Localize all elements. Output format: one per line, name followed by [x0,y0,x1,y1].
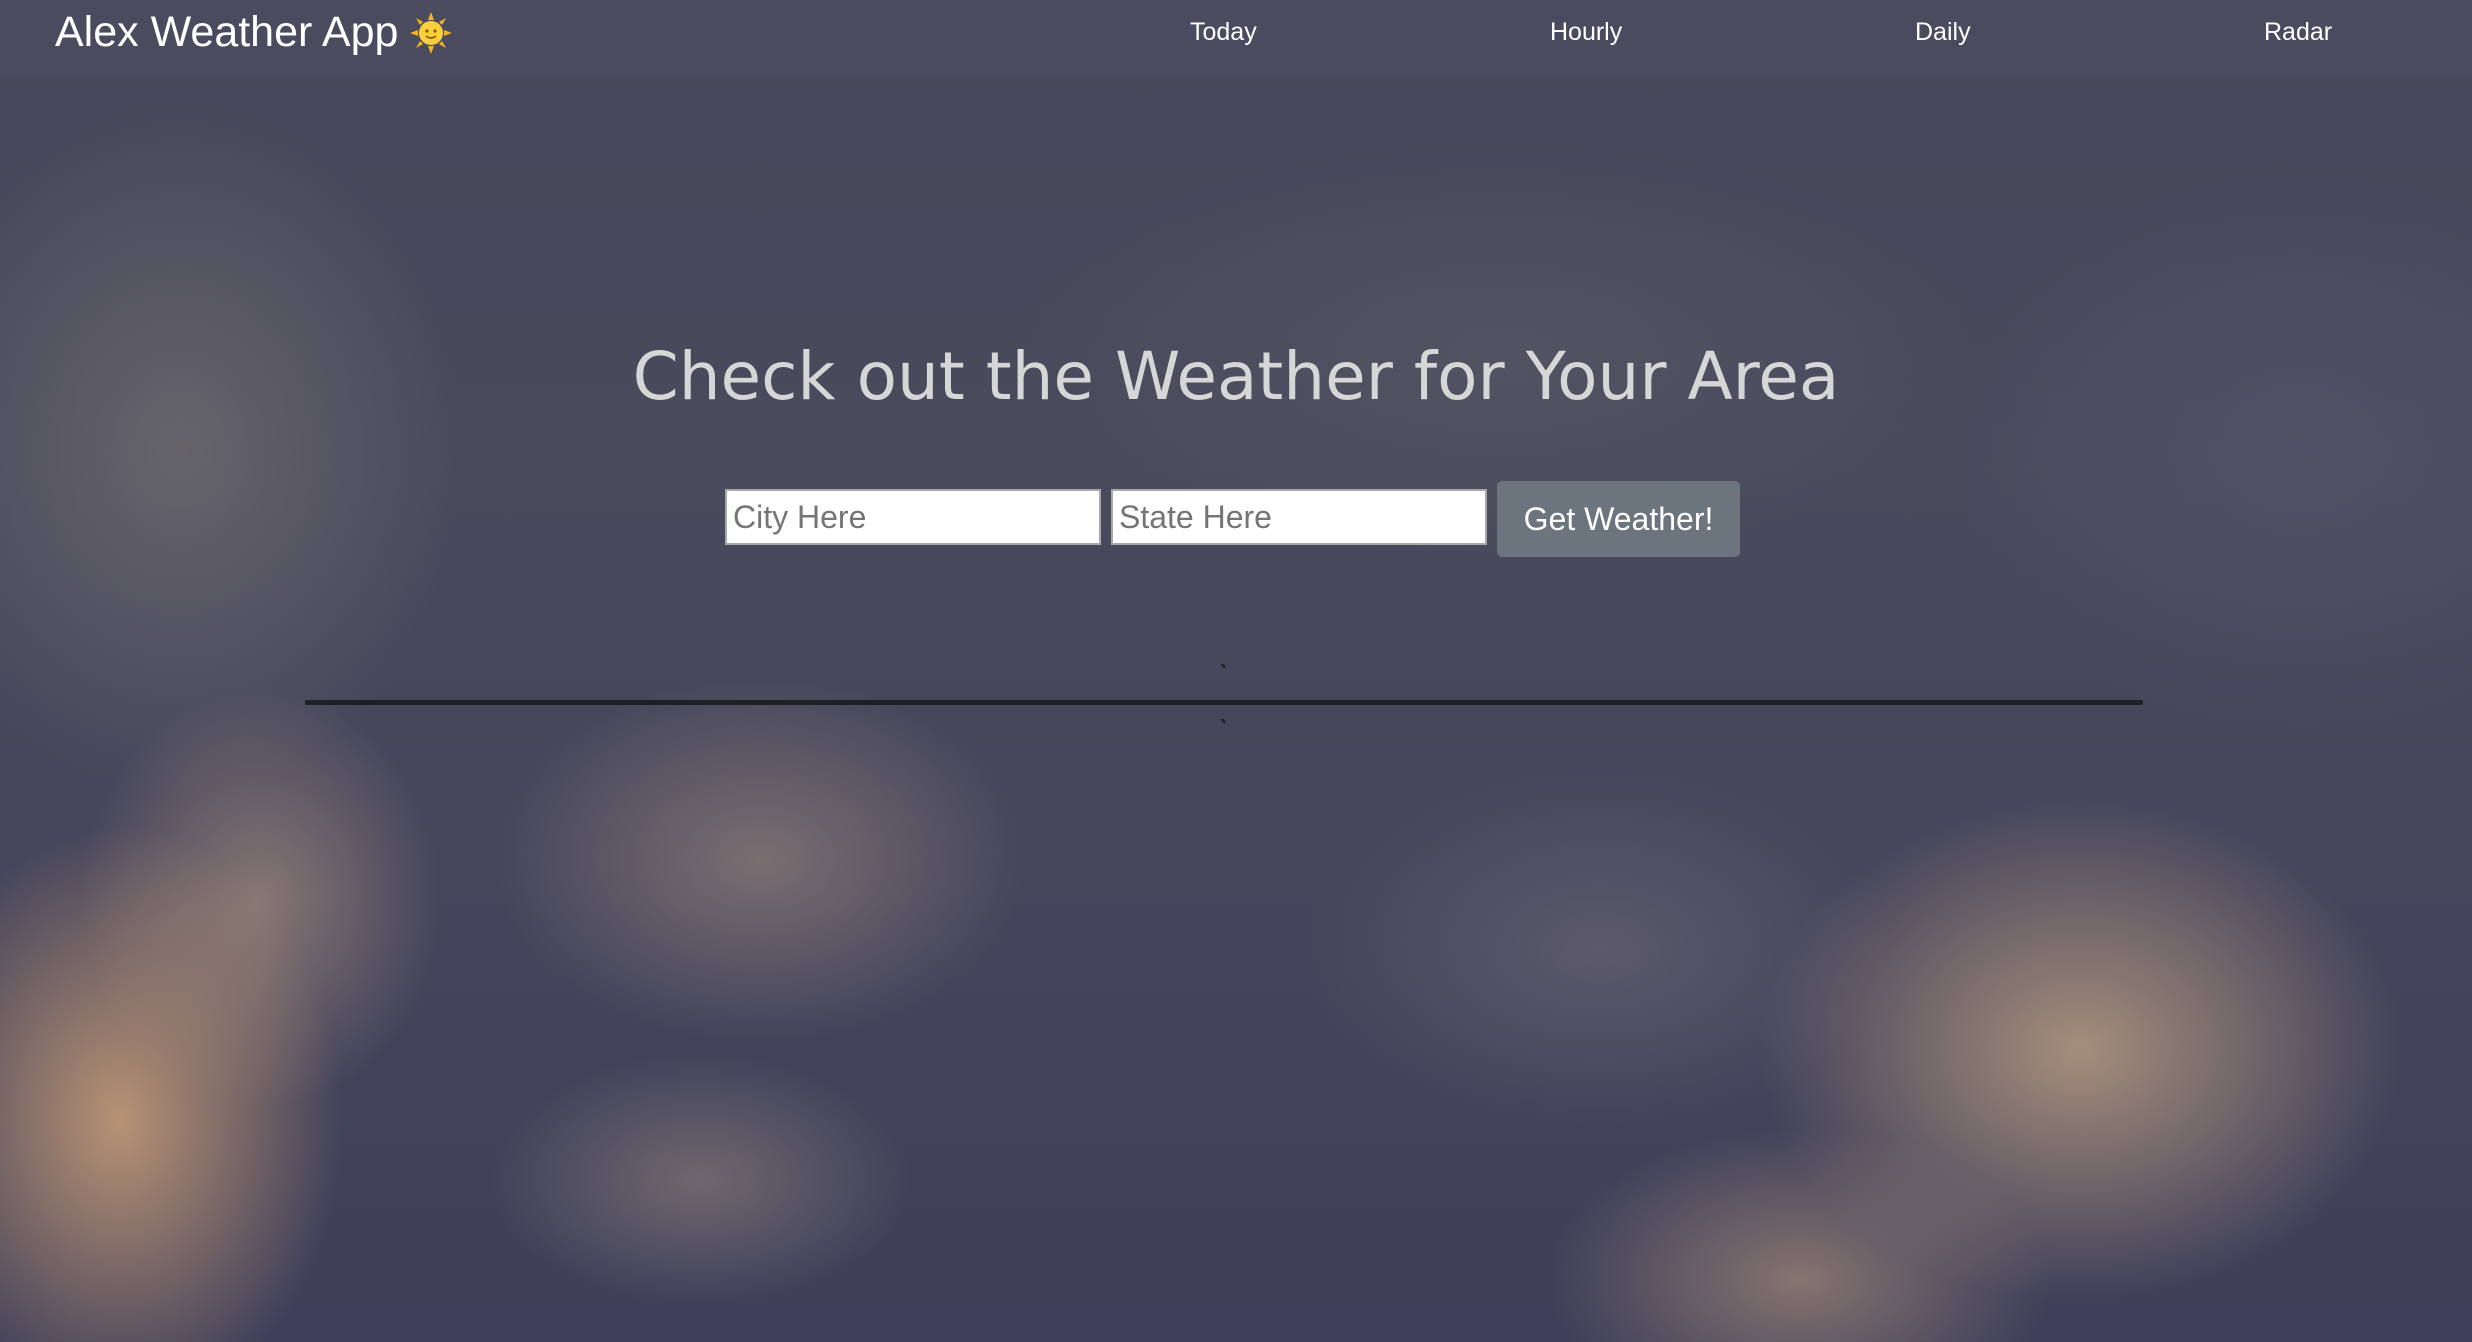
sun-with-face-icon [410,11,453,54]
nav-link-hourly[interactable]: Hourly [1550,18,1622,47]
horizontal-divider [305,700,2143,705]
nav-link-today[interactable]: Today [1190,18,1257,47]
page-title: Check out the Weather for Your Area [632,338,1840,415]
top-navbar: Alex Weather App Today Hourly Daily Rada… [0,0,2472,77]
cloud-background [0,0,2472,1342]
weather-search-form: Get Weather! [725,477,1740,557]
city-input[interactable] [725,489,1101,545]
nav-link-daily[interactable]: Daily [1915,18,1971,47]
brand[interactable]: Alex Weather App [55,8,453,57]
state-input[interactable] [1111,489,1487,545]
nav-link-radar[interactable]: Radar [2264,18,2332,47]
brand-title: Alex Weather App [55,8,399,56]
get-weather-button[interactable]: Get Weather! [1497,481,1740,557]
